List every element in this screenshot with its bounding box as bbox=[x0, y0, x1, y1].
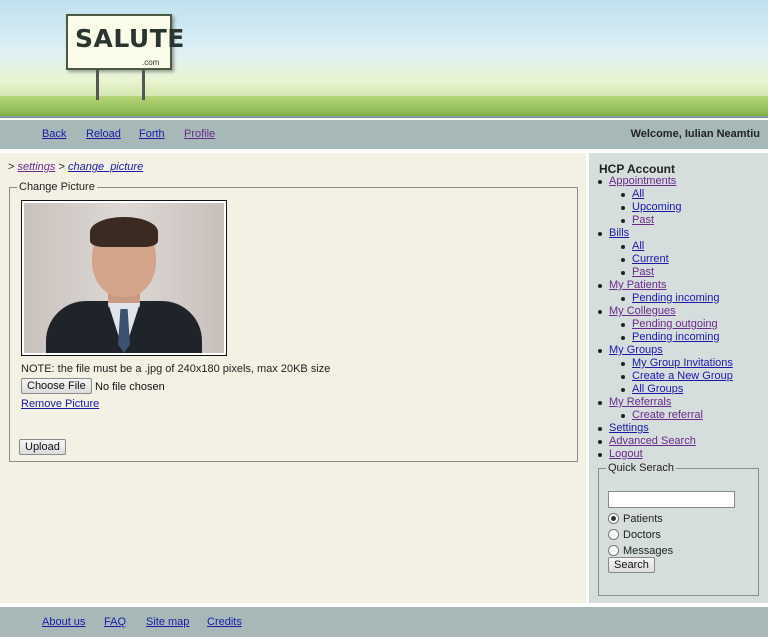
sidebar-subitem-create-group: Create a New Group bbox=[589, 370, 733, 383]
sidebar-item-settings: Settings bbox=[589, 422, 733, 435]
create-new-group-link[interactable]: Create a New Group bbox=[632, 370, 733, 382]
sidebar-item-bills: Bills bbox=[589, 227, 733, 240]
bills-current-link[interactable]: Current bbox=[632, 253, 669, 265]
footer-bar: About us FAQ Site map Credits bbox=[0, 607, 768, 637]
nav-reload-link[interactable]: Reload bbox=[86, 128, 121, 140]
sidebar-item-appointments: Appointments bbox=[589, 175, 733, 188]
sidebar-subitem-create-referral: Create referral bbox=[589, 409, 733, 422]
welcome-message: Welcome, Iulian Neamtiu bbox=[630, 128, 760, 140]
radio-option-doctors[interactable]: Doctors bbox=[608, 528, 661, 542]
sidebar-subitem-appointments-past: Past bbox=[589, 214, 733, 227]
sidebar-item-my-groups: My Groups bbox=[589, 344, 733, 357]
breadcrumb: > settings > change_picture bbox=[8, 161, 143, 173]
sidebar-item-my-referrals: My Referrals bbox=[589, 396, 733, 409]
profile-picture bbox=[21, 200, 227, 356]
radio-label-messages: Messages bbox=[623, 545, 674, 557]
settings-link[interactable]: Settings bbox=[609, 422, 649, 434]
sidebar-subitem-appointments-all: All bbox=[589, 188, 733, 201]
sidebar-item-logout: Logout bbox=[589, 448, 733, 461]
sidebar-subitem-all-groups: All Groups bbox=[589, 383, 733, 396]
footer-sitemap-link[interactable]: Site map bbox=[146, 616, 189, 628]
logout-link[interactable]: Logout bbox=[609, 448, 643, 460]
collegues-pending-outgoing-link[interactable]: Pending outgoing bbox=[632, 318, 718, 330]
nav-back-link[interactable]: Back bbox=[42, 128, 66, 140]
profile-photo-image bbox=[24, 203, 224, 353]
my-group-invitations-link[interactable]: My Group Invitations bbox=[632, 357, 733, 369]
sidebar-subitem-patients-pending-incoming: Pending incoming bbox=[589, 292, 733, 305]
billboard-post bbox=[96, 70, 99, 100]
bills-past-link[interactable]: Past bbox=[632, 266, 654, 278]
sidebar-menu: Appointments All Upcoming Past Bills All… bbox=[589, 175, 733, 461]
nav-forth-link[interactable]: Forth bbox=[139, 128, 165, 140]
sidebar-item-my-collegues: My Collegues bbox=[589, 305, 733, 318]
appointments-past-link[interactable]: Past bbox=[632, 214, 654, 226]
radio-button[interactable] bbox=[608, 545, 619, 556]
upload-button[interactable]: Upload bbox=[19, 439, 66, 455]
breadcrumb-separator: > bbox=[58, 161, 65, 173]
create-referral-link[interactable]: Create referral bbox=[632, 409, 703, 421]
all-groups-link[interactable]: All Groups bbox=[632, 383, 683, 395]
appointments-upcoming-link[interactable]: Upcoming bbox=[632, 201, 682, 213]
top-nav-bar: Back Reload Forth Profile Welcome, Iulia… bbox=[0, 120, 768, 149]
change-picture-fieldset: Change Picture NOTE: the file must be a … bbox=[9, 181, 578, 462]
my-patients-link[interactable]: My Patients bbox=[609, 279, 666, 291]
radio-label-patients: Patients bbox=[623, 513, 663, 525]
remove-picture-link[interactable]: Remove Picture bbox=[21, 398, 99, 410]
radio-option-messages[interactable]: Messages bbox=[608, 544, 673, 558]
bills-link[interactable]: Bills bbox=[609, 227, 629, 239]
sidebar-subitem-group-invitations: My Group Invitations bbox=[589, 357, 733, 370]
radio-label-doctors: Doctors bbox=[623, 529, 661, 541]
quick-search-input[interactable] bbox=[608, 491, 735, 508]
file-requirements-note: NOTE: the file must be a .jpg of 240x180… bbox=[21, 363, 331, 375]
file-status-text: No file chosen bbox=[95, 381, 165, 393]
radio-option-patients[interactable]: Patients bbox=[608, 512, 663, 526]
appointments-link[interactable]: Appointments bbox=[609, 175, 676, 187]
change-picture-legend: Change Picture bbox=[17, 181, 97, 193]
nav-profile-link[interactable]: Profile bbox=[184, 128, 215, 140]
account-sidebar: HCP Account Appointments All Upcoming Pa… bbox=[589, 153, 768, 603]
appointments-all-link[interactable]: All bbox=[632, 188, 644, 200]
search-button[interactable]: Search bbox=[608, 557, 655, 573]
radio-button[interactable] bbox=[608, 529, 619, 540]
bills-all-link[interactable]: All bbox=[632, 240, 644, 252]
site-banner: SALUTE .com bbox=[0, 0, 768, 118]
sidebar-title: HCP Account bbox=[599, 162, 676, 176]
breadcrumb-separator: > bbox=[8, 161, 15, 173]
radio-button-selected[interactable] bbox=[608, 513, 619, 524]
advanced-search-link[interactable]: Advanced Search bbox=[609, 435, 696, 447]
footer-about-link[interactable]: About us bbox=[42, 616, 85, 628]
sidebar-subitem-collegues-pending-incoming: Pending incoming bbox=[589, 331, 733, 344]
sidebar-subitem-bills-past: Past bbox=[589, 266, 733, 279]
main-content: > settings > change_picture Change Pictu… bbox=[0, 153, 586, 603]
quick-search-legend: Quick Serach bbox=[606, 462, 677, 474]
footer-credits-link[interactable]: Credits bbox=[207, 616, 242, 628]
sidebar-item-advanced-search: Advanced Search bbox=[589, 435, 733, 448]
billboard-post bbox=[142, 70, 145, 100]
choose-file-button[interactable]: Choose File bbox=[21, 378, 92, 394]
logo-text: SALUTE bbox=[75, 24, 185, 53]
sidebar-item-my-patients: My Patients bbox=[589, 279, 733, 292]
footer-faq-link[interactable]: FAQ bbox=[104, 616, 126, 628]
sidebar-subitem-bills-current: Current bbox=[589, 253, 733, 266]
sidebar-subitem-collegues-pending-outgoing: Pending outgoing bbox=[589, 318, 733, 331]
my-referrals-link[interactable]: My Referrals bbox=[609, 396, 671, 408]
banner-cityscape bbox=[0, 96, 768, 116]
my-groups-link[interactable]: My Groups bbox=[609, 344, 663, 356]
salute-logo[interactable]: SALUTE .com bbox=[66, 14, 184, 70]
my-collegues-link[interactable]: My Collegues bbox=[609, 305, 676, 317]
logo-subtext: .com bbox=[142, 58, 160, 67]
patients-pending-incoming-link[interactable]: Pending incoming bbox=[632, 292, 719, 304]
breadcrumb-settings-link[interactable]: settings bbox=[18, 161, 56, 173]
sidebar-subitem-appointments-upcoming: Upcoming bbox=[589, 201, 733, 214]
collegues-pending-incoming-link[interactable]: Pending incoming bbox=[632, 331, 719, 343]
breadcrumb-change-picture-link[interactable]: change_picture bbox=[68, 161, 143, 173]
sidebar-subitem-bills-all: All bbox=[589, 240, 733, 253]
quick-search-fieldset: Quick Serach Patients Doctors Messages S… bbox=[598, 462, 759, 596]
